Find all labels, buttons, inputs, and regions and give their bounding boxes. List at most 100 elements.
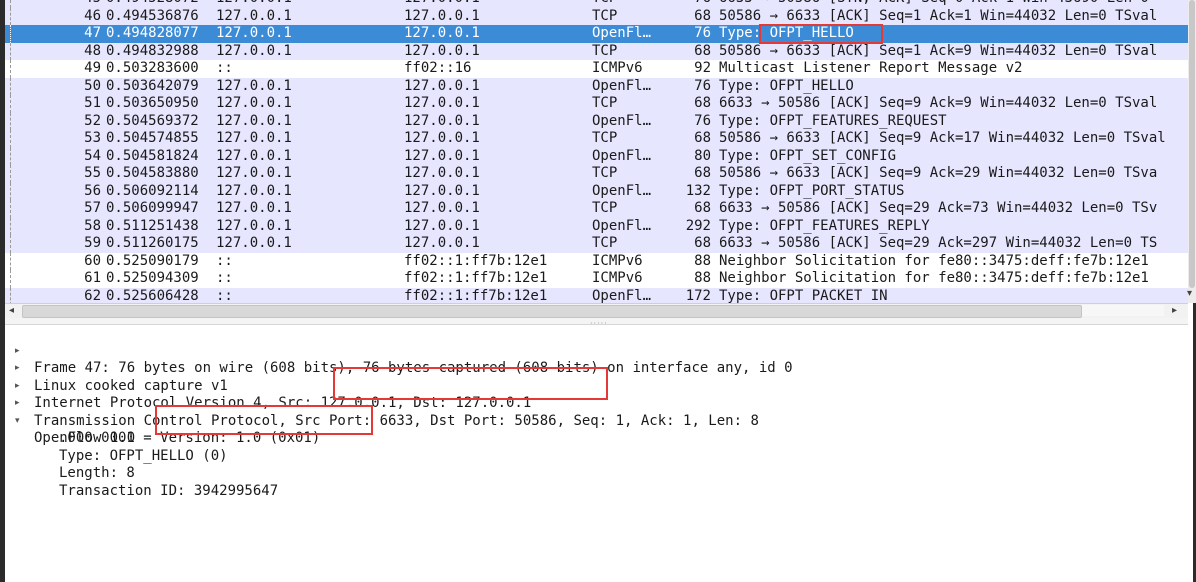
scroll-right-arrow-icon[interactable]: ▸: [1172, 303, 1177, 318]
packet-list[interactable]: 450.494528072127.0.0.1127.0.0.1TCP766633…: [5, 0, 1188, 303]
tree-item-openflow[interactable]: ▾ OpenFlow 1.0: [5, 395, 135, 447]
packet-row[interactable]: 58 0.511251438 127.0.0.1 127.0.0.1 OpenFl… 29…: [5, 217, 1188, 235]
packet-length: 76: [694, 112, 711, 129]
packet-length: 292: [685, 217, 711, 234]
packet-destination: ff02::1:ff7b:12e1: [404, 287, 548, 304]
packet-time: 0.525094309: [106, 270, 199, 286]
packet-source: 127.0.0.1: [216, 95, 292, 111]
packet-length: 68: [694, 95, 711, 111]
packet-number: 50: [84, 77, 101, 94]
scroll-down-arrow-icon[interactable]: ▾: [1187, 288, 1192, 299]
packet-row[interactable]: 45 0.494528072 127.0.0.1 127.0.0.1 TCP 76 6633…: [5, 0, 1188, 8]
packet-protocol: OpenFl…: [592, 147, 652, 164]
tree-item-linux-cooked[interactable]: ▸ Linux cooked capture v1: [5, 343, 228, 394]
packet-row[interactable]: 47 0.494828077 127.0.0.1 127.0.0.1 OpenFl… 76…: [5, 25, 1188, 43]
packet-source: ::: [216, 252, 233, 269]
packet-protocol: TCP: [592, 0, 617, 8]
packet-info: Type: OFPT_PORT_STATUS: [719, 182, 905, 199]
openflow-length-label: Length: 8: [59, 465, 135, 481]
related-packet-marker: [10, 200, 11, 218]
packet-destination: 127.0.0.1: [404, 165, 480, 181]
related-packet-marker: [10, 287, 11, 303]
packet-protocol: OpenFl…: [592, 77, 652, 94]
tree-item-openflow-xid[interactable]: Transaction ID: 3942995647: [5, 465, 278, 499]
tree-item-tcp[interactable]: ▸ Transmission Control Protocol, Src Por…: [5, 378, 759, 429]
horizontal-scroll-track-end[interactable]: [1082, 305, 1164, 316]
related-packet-marker: [10, 235, 11, 253]
packet-row[interactable]: 56 0.506092114 127.0.0.1 127.0.0.1 OpenFl… 13…: [5, 182, 1188, 200]
packet-row[interactable]: 60 0.525090179:: ff02::1:ff7b:12e1 ICMPv6 88…: [5, 252, 1188, 270]
packet-info: Type: OFPT_FEATURES_REQUEST: [719, 112, 947, 129]
packet-number: 59: [84, 235, 101, 251]
packet-row[interactable]: 52 0.504569372 127.0.0.1 127.0.0.1 OpenFl… 76…: [5, 112, 1188, 130]
packet-length: 76: [694, 25, 711, 41]
packet-row[interactable]: 46 0.494536876 127.0.0.1 127.0.0.1 TCP 68 5058…: [5, 7, 1188, 25]
packet-time: 0.511251438: [106, 217, 199, 234]
tree-item-frame[interactable]: ▸ Frame 47: 76 bytes on wire (608 bits),…: [5, 325, 793, 377]
packet-row[interactable]: 54 0.504581824 127.0.0.1 127.0.0.1 OpenFl… 80…: [5, 147, 1188, 165]
packet-length: 92: [694, 60, 711, 76]
openflow-xid-label: Transaction ID: 3942995647: [59, 482, 279, 499]
packet-time: 0.506092114: [106, 182, 199, 199]
packet-number: 61: [84, 270, 101, 286]
packet-time: 0.511260175: [106, 235, 199, 251]
tree-item-frame-label: Frame 47: 76 bytes on wire (608 bits), 7…: [34, 360, 793, 376]
related-packet-marker: [10, 77, 11, 95]
packet-number: 46: [84, 7, 101, 24]
packet-info: 6633 → 50586 [SYN, ACK] Seq=0 Ack=1 Win=…: [719, 0, 1149, 8]
packet-source: 127.0.0.1: [216, 200, 292, 216]
packet-protocol: ICMPv6: [592, 270, 643, 286]
packet-time: 0.503283600: [106, 60, 199, 76]
packet-destination: 127.0.0.1: [404, 77, 480, 94]
packet-row[interactable]: 49 0.503283600:: ff02::16 ICMPv6 92 Multicast…: [5, 60, 1188, 78]
packet-info: Neighbor Solicitation for fe80::3475:def…: [719, 252, 1149, 269]
horizontal-scroll-thumb[interactable]: [22, 305, 1082, 318]
packet-protocol: OpenFl…: [592, 217, 652, 234]
related-packet-marker: [10, 95, 11, 113]
scroll-left-arrow-icon[interactable]: ◂: [9, 303, 14, 318]
packet-info: Type: OFPT_SET_CONFIG: [719, 147, 897, 164]
packet-row[interactable]: 61 0.525094309:: ff02::1:ff7b:12e1 ICMPv6 88…: [5, 270, 1188, 288]
packet-length: 80: [694, 147, 711, 164]
packet-info: 50586 → 6633 [ACK] Seq=1 Ack=1 Win=44032…: [719, 7, 1158, 24]
packet-time: 0.504581824: [106, 147, 199, 164]
packet-source: 127.0.0.1: [216, 147, 292, 164]
tree-item-openflow-version[interactable]: .000 0001 = Version: 1.0 (0x01): [5, 413, 320, 446]
packet-time: 0.525090179: [106, 252, 199, 269]
packet-info: Type: OFPT_FEATURES_REPLY: [719, 217, 930, 234]
packet-length: 68: [694, 42, 711, 59]
tree-item-ipv4[interactable]: ▸ Internet Protocol Version 4, Src: 127.…: [5, 360, 531, 412]
packet-source: 127.0.0.1: [216, 235, 292, 251]
packet-info: Multicast Listener Report Message v2: [719, 60, 1023, 76]
packet-protocol: TCP: [592, 200, 618, 216]
packet-row[interactable]: 57 0.506099947 127.0.0.1 127.0.0.1 TCP 68 6633…: [5, 200, 1188, 218]
packet-info: 6633 → 50586 [ACK] Seq=29 Ack=73 Win=440…: [719, 200, 1158, 216]
packet-destination: ff02::1:ff7b:12e1: [404, 270, 548, 286]
packet-row[interactable]: 59 0.511260175 127.0.0.1 127.0.0.1 TCP 68 6633…: [5, 235, 1188, 253]
related-packet-marker: [10, 147, 11, 165]
packet-destination: 127.0.0.1: [404, 95, 480, 111]
related-packet-marker: [10, 0, 11, 8]
packet-destination: ff02::16: [404, 60, 472, 76]
packet-number: 53: [84, 130, 101, 146]
packet-row[interactable]: 53 0.504574855 127.0.0.1 127.0.0.1 TCP 68 5058…: [5, 130, 1188, 148]
packet-time: 0.503650950: [106, 95, 199, 111]
packet-time: 0.494832988: [106, 42, 199, 59]
packet-destination: 127.0.0.1: [404, 7, 480, 24]
packet-number: 45: [41, 0, 101, 8]
packet-row[interactable]: 62 0.525606428:: ff02::1:ff7b:12e1 OpenFl… 1…: [5, 287, 1188, 304]
related-packet-marker: [10, 182, 11, 200]
vertical-scroll-thumb[interactable]: [1189, 0, 1195, 288]
packet-row[interactable]: 50 0.503642079 127.0.0.1 127.0.0.1 OpenFl… 76…: [5, 77, 1188, 95]
packet-destination: 127.0.0.1: [404, 42, 480, 59]
packet-number: 57: [84, 200, 101, 216]
packet-row[interactable]: 51 0.503650950 127.0.0.1 127.0.0.1 TCP 68 6633…: [5, 95, 1188, 113]
packet-number: 62: [84, 287, 101, 304]
packet-row[interactable]: 48 0.494832988 127.0.0.1 127.0.0.1 TCP 68 5058…: [5, 42, 1188, 60]
packet-number: 56: [84, 182, 101, 199]
packet-source: 127.0.0.1: [216, 217, 292, 234]
packet-number: 54: [84, 147, 101, 164]
packet-row[interactable]: 55 0.504583880 127.0.0.1 127.0.0.1 TCP 68 5058…: [5, 165, 1188, 183]
tree-item-openflow-length[interactable]: Length: 8: [5, 448, 135, 481]
tree-item-openflow-type[interactable]: Type: OFPT_HELLO (0): [5, 430, 228, 464]
